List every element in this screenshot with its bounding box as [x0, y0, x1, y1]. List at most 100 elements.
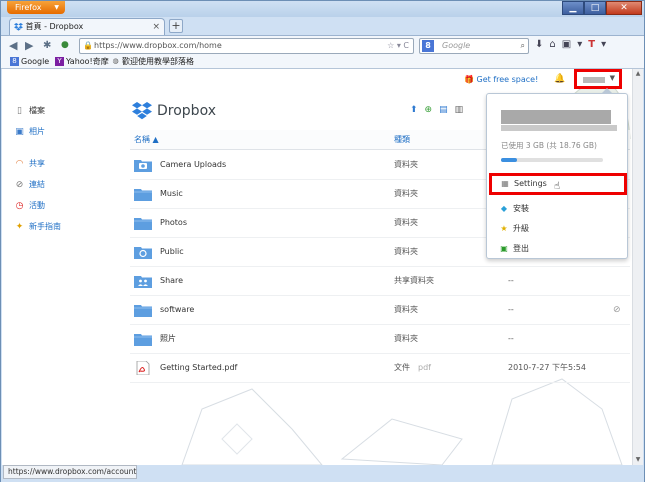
file-toolbar: ⬆ ⊕ ▤ ▥ [410, 105, 463, 115]
nav-toolbar: ⬇ ⌂ ▣ ▾ T ▾ [535, 39, 606, 50]
shared-folder-icon [134, 276, 152, 288]
browser-window: Firefox ▼ ▁ □ ✕ 首頁 - Dropbox × + ◀ ▶ ✱ ●… [0, 0, 645, 482]
logout-menu-item[interactable]: ▣ 登出 [499, 239, 623, 259]
identity-globe-icon[interactable]: ● [61, 39, 69, 52]
bookmark-google[interactable]: 8 Google [10, 55, 49, 69]
install-icon: ◆ [500, 204, 508, 213]
firefox-menu-label: Firefox [15, 3, 42, 12]
dropbox-brand[interactable]: Dropbox [132, 102, 216, 120]
logout-icon: ▣ [500, 244, 508, 253]
url-bar[interactable]: 🔒 https://www.dropbox.com/home ☆ ▾ C [79, 38, 414, 54]
forward-arrow-icon[interactable]: ▶ [25, 39, 33, 52]
deleted-files-icon[interactable]: ▥ [455, 105, 464, 115]
star-icon: ★ [500, 224, 508, 233]
search-icon[interactable]: ⌕ [521, 39, 525, 53]
paperclip-icon[interactable]: ⊘ [613, 296, 621, 324]
scroll-up-icon[interactable]: ▲ [633, 69, 643, 79]
lock-icon: 🔒 [83, 41, 93, 50]
scroll-down-icon[interactable]: ▼ [633, 455, 643, 465]
install-menu-item[interactable]: ◆ 安裝 [499, 199, 623, 219]
table-row[interactable]: software 資料夾 -- ⊘ [130, 296, 630, 325]
search-input[interactable]: 8 Google ⌕ [419, 38, 529, 54]
dropdown-arrow-icon: ▼ [54, 4, 59, 11]
tab-title: 首頁 - Dropbox [25, 22, 84, 31]
reload-icon[interactable]: C [403, 41, 409, 50]
caret-down-icon: ▼ [609, 74, 615, 82]
download-icon[interactable]: ⬇ [535, 39, 543, 50]
dropdown-arrow-icon[interactable]: ▾ [397, 41, 401, 50]
photo-icon: ▣ [15, 127, 24, 137]
bookmark-star-icon[interactable]: ☆ [387, 41, 394, 50]
file-icon: ▯ [17, 106, 22, 116]
sidebar-item-getting-started[interactable]: ✦ 新手指南 [14, 221, 114, 242]
pdf-icon [136, 361, 150, 375]
free-space-link[interactable]: 🎁 Get free space! [464, 75, 538, 84]
account-topbar: 🎁 Get free space! 🔔 ▼ [2, 69, 632, 91]
url-text: https://www.dropbox.com/home [94, 41, 222, 50]
menu-dropdown-icon[interactable]: ▾ [577, 39, 582, 50]
table-row[interactable]: Getting Started.pdf 文件 pdf 2010-7-27 下午5:… [130, 354, 630, 383]
gift-icon: 🎁 [464, 75, 474, 84]
account-email-redacted [501, 125, 617, 131]
storage-usage-bar [501, 158, 603, 162]
rainbow-icon: ◠ [15, 159, 24, 169]
share-folder-icon[interactable]: ▤ [439, 105, 448, 115]
notification-bell-icon[interactable]: 🔔 [554, 74, 565, 84]
dropbox-favicon-icon [14, 22, 23, 31]
addon-puzzle-icon[interactable]: ✱ [43, 39, 51, 52]
bookmark-yahoo[interactable]: Y Yahoo!奇摩 [55, 55, 109, 69]
home-icon[interactable]: ⌂ [549, 39, 555, 50]
table-row[interactable]: 照片 資料夾 -- [130, 325, 630, 354]
bookmark-tutorial-blog[interactable]: ◍ 歡迎使用教學部落格 [111, 55, 194, 69]
folder-icon [134, 189, 152, 201]
public-folder-icon [134, 247, 152, 259]
folder-icon [134, 218, 152, 230]
bookmarks-bar: 8 Google Y Yahoo!奇摩 ◍ 歡迎使用教學部落格 [1, 55, 644, 69]
sidebar-item-photos[interactable]: ▣ 相片 [14, 126, 114, 147]
window-controls: ▁ □ ✕ [562, 1, 642, 15]
settings-menu-item[interactable]: ▦ Settings ☝ [489, 173, 627, 195]
sidebar-nav: ▯ 檔案 ▣ 相片 ◠ 共享 ⊘ 連結 ◷ 活動 ✦ 新手指南 [14, 105, 114, 242]
new-folder-icon[interactable]: ⊕ [425, 105, 433, 115]
upgrade-menu-item[interactable]: ★ 升級 [499, 219, 623, 239]
google-engine-icon: 8 [422, 40, 434, 52]
globe-favicon-icon: ◍ [112, 57, 119, 65]
camera-folder-icon [134, 160, 152, 172]
settings-icon: ▦ [501, 179, 509, 188]
search-placeholder: Google [442, 41, 471, 50]
maximize-button[interactable]: □ [584, 1, 606, 15]
close-window-button[interactable]: ✕ [606, 1, 642, 15]
account-menu-button[interactable]: ▼ [574, 69, 622, 89]
firefox-menu-button[interactable]: Firefox ▼ [7, 1, 65, 14]
title-bar: Firefox ▼ ▁ □ ✕ [1, 1, 644, 17]
upload-icon[interactable]: ⬆ [410, 105, 418, 115]
close-tab-icon[interactable]: × [152, 19, 160, 35]
clock-icon: ◷ [15, 201, 24, 211]
overflow-dropdown-icon[interactable]: ▾ [601, 39, 606, 50]
page-content: 🎁 Get free space! 🔔 ▼ ▯ 檔案 ▣ 相片 ◠ 共享 ⊘ 連結 [2, 69, 632, 465]
new-tab-button[interactable]: + [169, 19, 183, 33]
column-name[interactable]: 名稱 ▲ [134, 130, 159, 150]
dropbox-logo-icon [132, 102, 152, 120]
table-row[interactable]: Share 共享資料夾 -- [130, 267, 630, 296]
folder-icon [134, 305, 152, 317]
hand-cursor-icon: ☝ [554, 181, 561, 192]
tab-strip: 首頁 - Dropbox × + [1, 17, 644, 35]
account-name-redacted [501, 110, 611, 124]
sidebar-item-files[interactable]: ▯ 檔案 [14, 105, 114, 126]
sidebar-item-events[interactable]: ◷ 活動 [14, 200, 114, 221]
translate-icon[interactable]: T [588, 39, 595, 50]
status-bar: https://www.dropbox.com/account [3, 465, 137, 479]
yahoo-favicon-icon: Y [55, 57, 64, 66]
tab-dropbox-home[interactable]: 首頁 - Dropbox × [9, 18, 165, 35]
column-kind[interactable]: 種類 [394, 130, 410, 150]
back-arrow-icon[interactable]: ◀ [9, 39, 17, 52]
storage-usage-fill [501, 158, 518, 162]
account-name-redacted [583, 77, 605, 83]
brand-title: Dropbox [157, 103, 216, 119]
vertical-scrollbar[interactable]: ▲ ▼ [632, 69, 643, 465]
sidebar-item-links[interactable]: ⊘ 連結 [14, 179, 114, 200]
sidebar-item-sharing[interactable]: ◠ 共享 [14, 158, 114, 179]
minimize-button[interactable]: ▁ [562, 1, 584, 15]
screenshot-icon[interactable]: ▣ [562, 39, 571, 50]
